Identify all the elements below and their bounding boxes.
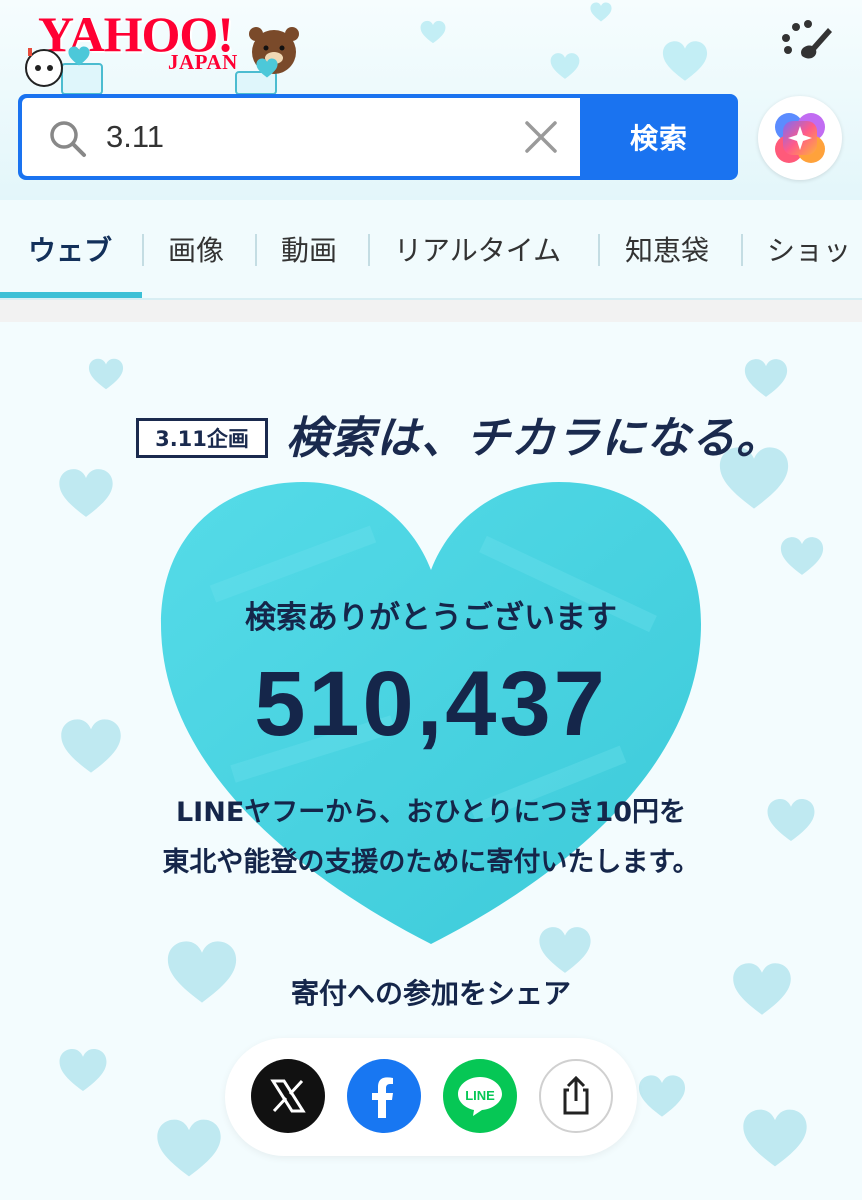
share-x-button[interactable]	[251, 1059, 325, 1133]
search-bar: 検索	[18, 94, 738, 180]
tab-images[interactable]: 画像	[168, 200, 224, 298]
share-icon	[563, 1076, 589, 1115]
yahoo-logo-sub: JAPAN	[168, 50, 238, 74]
donation-description-line1: LINEヤフーから、おひとりにつき10円を	[175, 797, 687, 828]
tab-chiebukuro[interactable]: 知恵袋	[625, 200, 709, 298]
tab-shopping[interactable]: ショッ	[767, 200, 851, 298]
decor-heart-icon	[743, 1109, 807, 1167]
donation-description-line2: 東北や能登の支援のために寄付いたします。	[162, 847, 700, 878]
clear-icon[interactable]	[524, 120, 558, 154]
share-line-button[interactable]: LINE	[443, 1059, 517, 1133]
section-divider	[0, 300, 862, 322]
active-tab-indicator	[0, 292, 142, 298]
facebook-icon	[372, 1077, 393, 1118]
campaign-title: 検索は、チカラになる。	[286, 413, 781, 464]
decor-heart-icon	[780, 537, 824, 575]
decor-heart-icon	[744, 359, 788, 397]
thanks-message: 検索ありがとうございます	[245, 600, 617, 636]
tab-divider	[142, 234, 144, 266]
decor-heart-icon	[662, 41, 708, 81]
theme-brush-icon[interactable]	[778, 18, 834, 62]
tab-divider	[741, 234, 743, 266]
tab-divider	[368, 234, 370, 266]
search-input[interactable]	[106, 116, 506, 158]
decor-heart-icon	[590, 2, 612, 22]
decor-heart-icon	[157, 1119, 221, 1177]
search-tabs: ウェブ 画像 動画 リアルタイム 知恵袋 ショッ	[0, 200, 862, 300]
search-button[interactable]: 検索	[580, 94, 738, 180]
ai-assistant-button[interactable]	[758, 96, 842, 180]
tab-divider	[255, 234, 257, 266]
ai-sparkle-icon	[775, 113, 825, 163]
decor-heart-icon	[59, 469, 113, 517]
x-icon	[270, 1079, 306, 1113]
tab-web[interactable]: ウェブ	[28, 200, 112, 298]
search-count: 510,437	[254, 653, 608, 755]
search-field[interactable]	[22, 98, 580, 176]
decor-heart-icon	[88, 358, 124, 390]
share-label: 寄付への参加をシェア	[290, 977, 571, 1010]
share-facebook-button[interactable]	[347, 1059, 421, 1133]
decor-heart-icon	[638, 1075, 686, 1117]
tab-realtime[interactable]: リアルタイム	[394, 200, 561, 298]
share-more-button[interactable]	[539, 1059, 613, 1133]
share-bar: LINE	[225, 1038, 637, 1156]
bear-mascot-icon	[235, 27, 299, 95]
decor-heart-icon	[420, 20, 446, 44]
line-icon-label: LINE	[465, 1087, 495, 1103]
search-icon	[50, 121, 86, 157]
header: YAHOO! JAPAN 3.11 検索	[0, 0, 862, 200]
decor-heart-icon	[59, 1048, 107, 1092]
decor-heart-icon	[550, 53, 580, 79]
tab-divider	[598, 234, 600, 266]
campaign-badge: 3.11企画	[136, 418, 268, 458]
campaign-panel: 3.11企画 検索は、チカラになる。 検索ありがとうございます 510,437 …	[0, 322, 862, 1200]
robot-mascot-icon	[25, 46, 103, 95]
tab-videos[interactable]: 動画	[281, 200, 337, 298]
